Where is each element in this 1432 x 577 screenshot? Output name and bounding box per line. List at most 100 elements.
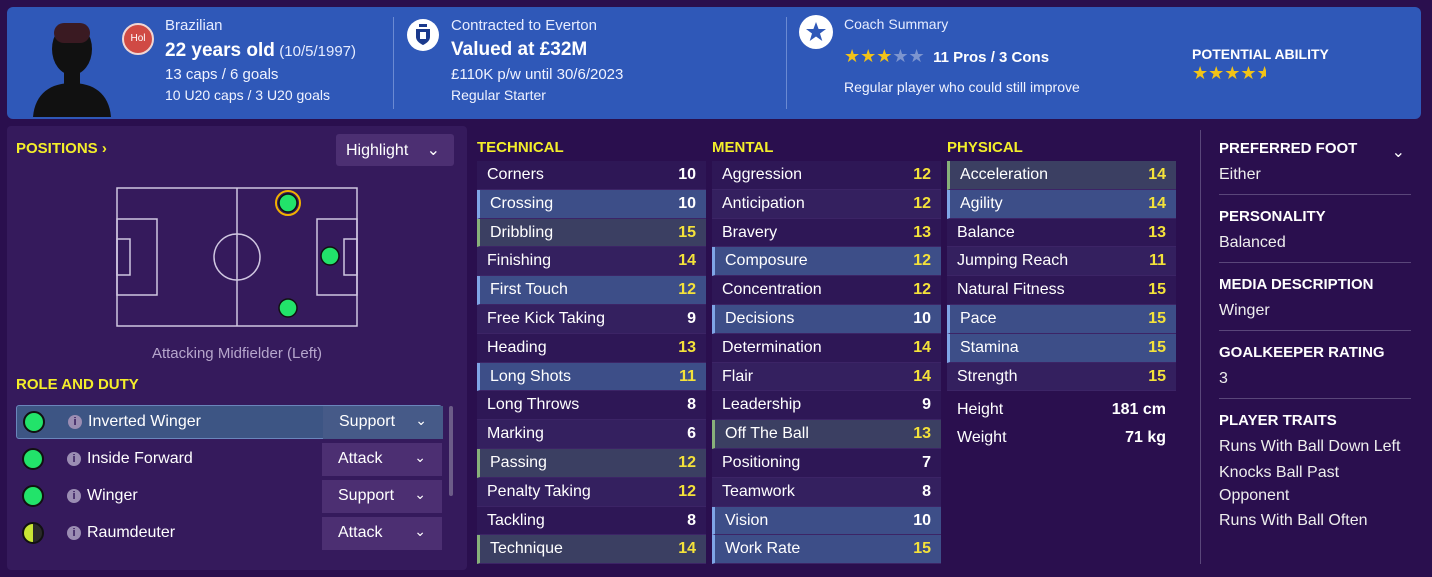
attribute-name: Aggression — [722, 166, 803, 183]
attribute-name: First Touch — [490, 281, 568, 299]
attribute-name: Free Kick Taking — [487, 309, 605, 327]
attribute-row[interactable]: Concentration 12 — [712, 276, 941, 305]
nationality-flag-icon[interactable]: Hol — [122, 23, 154, 55]
attribute-row[interactable]: Penalty Taking 12 — [477, 477, 706, 507]
attribute-row[interactable]: Jumping Reach 11 — [947, 247, 1176, 277]
attribute-row[interactable]: Heading 13 — [477, 333, 706, 363]
attribute-row[interactable]: Composure 12 — [712, 247, 941, 277]
role-row[interactable]: i Inverted Winger Support ⌄ — [16, 405, 443, 439]
attribute-row[interactable]: First Touch 12 — [477, 276, 706, 305]
trait-item[interactable]: Knocks Ball Past Opponent — [1219, 461, 1411, 507]
duty-dropdown[interactable]: Support ⌄ — [323, 406, 443, 439]
role-suitability-dot — [22, 485, 44, 507]
attribute-row[interactable]: Teamwork 8 — [712, 477, 941, 507]
contract-club[interactable]: Contracted to Everton — [451, 17, 597, 34]
attribute-row[interactable]: Crossing 10 — [477, 189, 706, 219]
trait-item[interactable]: Runs With Ball Often — [1219, 509, 1411, 533]
caps-goals: 13 caps / 6 goals — [165, 66, 279, 83]
attribute-row[interactable]: Free Kick Taking 9 — [477, 304, 706, 334]
chevron-down-icon: ⌄ — [414, 486, 426, 502]
attribute-value: 12 — [913, 166, 931, 183]
attribute-name: Strength — [957, 367, 1018, 385]
separator — [1219, 262, 1411, 263]
info-icon[interactable]: i — [67, 452, 81, 466]
attribute-row[interactable]: Dribbling 15 — [477, 218, 706, 248]
attribute-row[interactable]: Flair 14 — [712, 362, 941, 392]
role-row[interactable]: i Winger Support ⌄ — [16, 480, 442, 514]
duty-dropdown[interactable]: Support ⌄ — [322, 480, 442, 513]
attribute-row[interactable]: Agility 14 — [947, 189, 1176, 219]
chevron-down-icon: ⌄ — [415, 412, 427, 428]
attribute-row[interactable]: Finishing 14 — [477, 247, 706, 277]
attribute-row[interactable]: Long Throws 8 — [477, 391, 706, 421]
technical-title: TECHNICAL — [477, 139, 564, 156]
attribute-name: Vision — [725, 511, 769, 529]
info-icon[interactable]: i — [67, 489, 81, 503]
attribute-row[interactable]: Pace 15 — [947, 304, 1176, 334]
date-of-birth: (10/5/1997) — [279, 43, 357, 60]
attribute-row[interactable]: Off The Ball 13 — [712, 420, 941, 449]
attribute-row[interactable]: Work Rate 15 — [712, 535, 941, 565]
header-divider — [786, 17, 787, 109]
highlight-dropdown[interactable]: Highlight ⌄ — [336, 134, 454, 166]
technical-list: Corners 10 Crossing 10 Dribbling 15 Finishing 1… — [477, 161, 706, 565]
attribute-row[interactable]: Long Shots 11 — [477, 362, 706, 392]
attribute-value: 12 — [678, 281, 696, 299]
role-name: Winger — [87, 487, 138, 504]
technical-column: TECHNICAL Corners 10 Crossing 10 Dribbling 15… — [477, 130, 706, 565]
club-badge-icon[interactable] — [407, 19, 439, 51]
position-pitch[interactable] — [116, 187, 358, 327]
info-icon[interactable]: i — [68, 415, 82, 429]
chevron-down-icon[interactable]: ⌄ — [1392, 142, 1405, 162]
attribute-row[interactable]: Marking 6 — [477, 420, 706, 449]
attribute-row[interactable]: Tackling 8 — [477, 506, 706, 536]
attribute-row[interactable]: Positioning 7 — [712, 448, 941, 478]
role-row[interactable]: i Inside Forward Attack ⌄ — [16, 443, 442, 477]
trait-item[interactable]: Runs With Ball Down Left — [1219, 435, 1411, 459]
attribute-value: 8 — [687, 511, 696, 529]
personality-block: PERSONALITY Balanced — [1219, 208, 1411, 255]
attribute-name: Leadership — [722, 396, 802, 414]
duty-dropdown[interactable]: Attack ⌄ — [322, 517, 442, 550]
attribute-name: Technique — [490, 540, 563, 558]
attribute-value: 12 — [678, 453, 696, 471]
attribute-row[interactable]: Natural Fitness 15 — [947, 276, 1176, 305]
attribute-row[interactable]: Passing 12 — [477, 448, 706, 478]
attribute-value: 10 — [678, 166, 696, 183]
player-header: Hol Brazilian 22 years old (10/5/1997) 1… — [7, 7, 1421, 119]
goalkeeper-rating-block: GOALKEEPER RATING 3 — [1219, 344, 1411, 391]
attribute-row[interactable]: Balance 13 — [947, 218, 1176, 248]
attribute-row[interactable]: Corners 10 — [477, 161, 706, 190]
attribute-value: 13 — [678, 338, 696, 356]
attribute-row[interactable]: Decisions 10 — [712, 304, 941, 334]
attribute-value: 14 — [1148, 194, 1166, 212]
chevron-down-icon: ⌄ — [414, 449, 426, 465]
weight-value: 71 kg — [1125, 429, 1166, 447]
attribute-row[interactable]: Technique 14 — [477, 535, 706, 565]
header-divider — [393, 17, 394, 109]
attribute-row[interactable]: Determination 14 — [712, 333, 941, 363]
info-icon[interactable]: i — [67, 526, 81, 540]
mental-list: Aggression 12 Anticipation 12 Bravery 13 Compo… — [712, 161, 941, 565]
attribute-row[interactable]: Strength 15 — [947, 362, 1176, 392]
attribute-row[interactable]: Vision 10 — [712, 506, 941, 536]
attribute-name: Corners — [487, 166, 544, 183]
role-row[interactable]: i Raumdeuter Attack ⌄ — [16, 517, 442, 551]
attribute-row[interactable]: Anticipation 12 — [712, 189, 941, 219]
attribute-row[interactable]: Stamina 15 — [947, 333, 1176, 363]
duty-label: Support — [339, 413, 396, 430]
mental-title: MENTAL — [712, 139, 774, 156]
attribute-value: 14 — [678, 540, 696, 558]
attribute-value: 9 — [922, 396, 931, 414]
duty-dropdown[interactable]: Attack ⌄ — [322, 443, 442, 476]
nationality[interactable]: Brazilian — [165, 17, 223, 34]
attribute-row[interactable]: Acceleration 14 — [947, 161, 1176, 190]
attribute-row[interactable]: Leadership 9 — [712, 391, 941, 421]
pros-cons[interactable]: 11 Pros / 3 Cons — [933, 49, 1049, 66]
attribute-row[interactable]: Aggression 12 — [712, 161, 941, 190]
attribute-value: 14 — [913, 338, 931, 356]
attribute-row[interactable]: Bravery 13 — [712, 218, 941, 248]
roles-scrollbar[interactable] — [449, 406, 453, 496]
positions-title[interactable]: POSITIONS › — [16, 140, 107, 157]
attribute-name: Balance — [957, 223, 1015, 241]
